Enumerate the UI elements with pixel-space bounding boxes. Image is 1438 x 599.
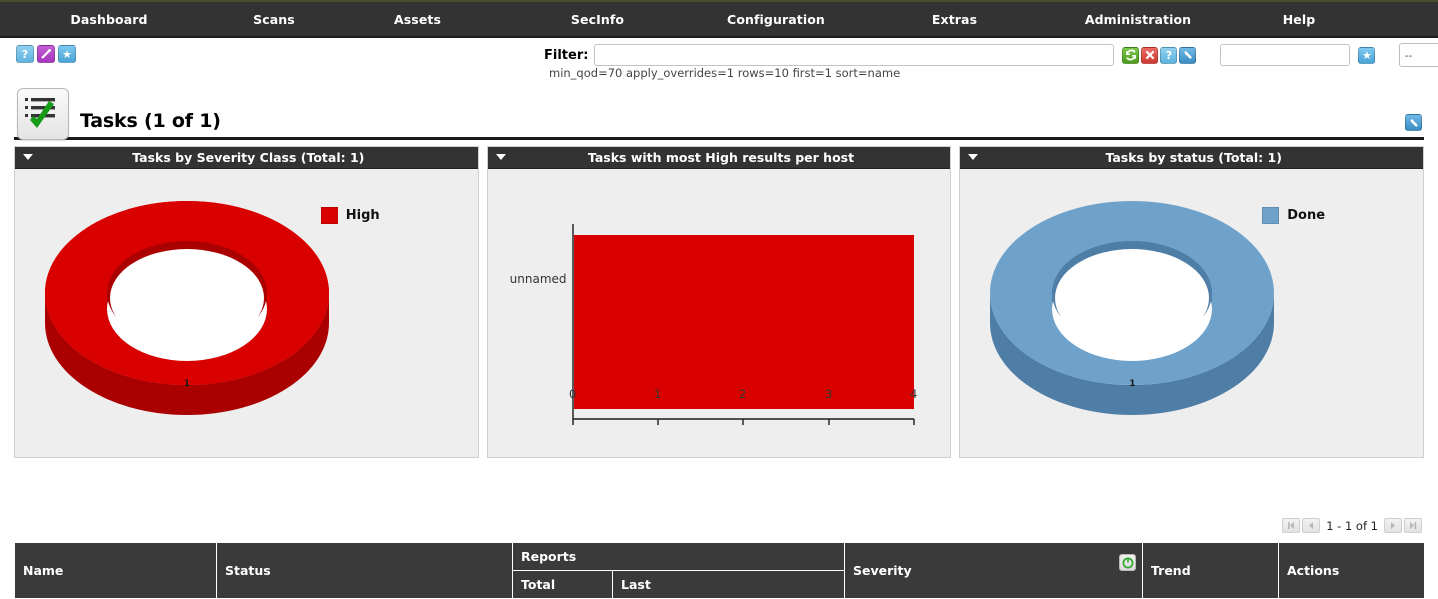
panel-title: Tasks by Severity Class (Total: 1) bbox=[132, 150, 365, 165]
bar-category-label: unnamed bbox=[509, 272, 567, 286]
legend-label-high: High bbox=[345, 208, 380, 223]
column-header-trend[interactable]: Trend bbox=[1142, 542, 1279, 599]
column-header-reports-total[interactable]: Total bbox=[512, 570, 613, 599]
active-filter-description: min_qod=70 apply_overrides=1 rows=10 fir… bbox=[549, 66, 901, 80]
dashboard-row: Tasks by Severity Class (Total: 1) High bbox=[14, 146, 1425, 458]
favorite-star-icon[interactable]: ★ bbox=[58, 45, 76, 63]
donut-data-label: 1 bbox=[183, 379, 191, 389]
x-tick-label: 4 bbox=[910, 387, 918, 401]
x-tick-label: 1 bbox=[654, 387, 662, 401]
panel-header: Tasks by status (Total: 1) bbox=[960, 147, 1424, 169]
quick-action-icons: ? ★ bbox=[16, 45, 76, 63]
nav-item-secinfo[interactable]: SecInfo bbox=[505, 12, 690, 27]
panel-collapse-caret-icon[interactable] bbox=[968, 154, 979, 160]
panel-title: Tasks with most High results per host bbox=[587, 150, 855, 165]
nav-item-scans[interactable]: Scans bbox=[218, 12, 330, 27]
severity-sort-icon[interactable] bbox=[1119, 554, 1136, 571]
nav-item-extras[interactable]: Extras bbox=[862, 12, 1047, 27]
filter-help-icon[interactable]: ? bbox=[1160, 46, 1178, 64]
filter-controls: Filter: ? ★ -- bbox=[544, 43, 1438, 67]
main-navigation: Dashboard Scans Assets SecInfo Configura… bbox=[0, 2, 1438, 38]
filter-bar: ? ★ Filter: ? ★ -- min_qod=70 apply_over… bbox=[0, 38, 1438, 94]
filter-name-input[interactable] bbox=[1220, 44, 1351, 66]
column-header-status[interactable]: Status bbox=[216, 542, 513, 599]
panel-tasks-with-most-high-results-per-host: Tasks with most High results per host un… bbox=[486, 146, 952, 458]
reset-filter-icon[interactable] bbox=[1141, 46, 1159, 64]
edit-filter-icon[interactable] bbox=[1179, 46, 1197, 64]
previous-page-button[interactable] bbox=[1302, 518, 1321, 533]
pagination-range-text: 1 - 1 of 1 bbox=[1326, 518, 1378, 533]
column-header-reports-last[interactable]: Last bbox=[612, 570, 845, 599]
first-page-button[interactable] bbox=[1282, 518, 1301, 533]
panel-header: Tasks by Severity Class (Total: 1) bbox=[15, 147, 478, 169]
nav-item-assets[interactable]: Assets bbox=[330, 12, 505, 27]
nav-item-help[interactable]: Help bbox=[1229, 12, 1369, 27]
donut-chart-severity[interactable]: 1 bbox=[37, 197, 337, 437]
help-icon[interactable]: ? bbox=[16, 45, 34, 63]
panel-collapse-caret-icon[interactable] bbox=[23, 154, 33, 160]
filter-preset-value: -- bbox=[1404, 48, 1413, 62]
panel-body: High 1 bbox=[15, 169, 478, 457]
last-page-button[interactable] bbox=[1404, 518, 1422, 533]
x-tick-label: 3 bbox=[825, 387, 833, 401]
filter-preset-select[interactable]: -- ▼ bbox=[1399, 43, 1438, 67]
nav-item-configuration[interactable]: Configuration bbox=[690, 12, 862, 27]
panel-body: unnamed 0 1 2 3 4 bbox=[487, 169, 951, 457]
panel-body: Done 1 bbox=[960, 169, 1424, 457]
legend-label-done: Done bbox=[1287, 208, 1326, 223]
page-title: Tasks (1 of 1) bbox=[80, 110, 221, 132]
page-title-bar: Tasks (1 of 1) bbox=[14, 88, 1424, 140]
pagination: 1 - 1 of 1 bbox=[1282, 518, 1422, 533]
nav-item-dashboard[interactable]: Dashboard bbox=[0, 12, 218, 27]
column-header-actions: Actions bbox=[1278, 542, 1425, 599]
add-to-favorites-icon[interactable]: ★ bbox=[1358, 46, 1376, 64]
table-header-row-1: Name Status Reports Severity Trend Actio… bbox=[14, 542, 1425, 599]
bar-chart-high-results[interactable]: unnamed 0 1 2 3 4 bbox=[488, 169, 951, 457]
tasks-table: Name Status Reports Severity Trend Actio… bbox=[14, 542, 1425, 599]
donut-data-label: 1 bbox=[1129, 379, 1136, 389]
column-header-severity[interactable]: Severity bbox=[844, 542, 1143, 599]
filter-label: Filter: bbox=[544, 47, 589, 63]
nav-item-administration[interactable]: Administration bbox=[1047, 12, 1229, 27]
filter-input[interactable] bbox=[594, 44, 1115, 66]
column-header-reports: Reports bbox=[512, 542, 845, 571]
panel-collapse-caret-icon[interactable] bbox=[495, 154, 506, 160]
x-tick-label: 0 bbox=[569, 387, 577, 401]
panel-title: Tasks by status (Total: 1) bbox=[1105, 150, 1282, 165]
panel-header: Tasks with most High results per host bbox=[487, 147, 951, 169]
filter-action-buttons: ? bbox=[1122, 46, 1197, 64]
x-tick-label: 2 bbox=[739, 387, 747, 401]
panel-tasks-by-severity-class: Tasks by Severity Class (Total: 1) High bbox=[14, 146, 479, 458]
column-header-name[interactable]: Name bbox=[14, 542, 217, 599]
column-header-severity-label: Severity bbox=[853, 563, 912, 578]
edit-dashboard-icon[interactable] bbox=[1405, 114, 1422, 131]
tasks-list-check-icon bbox=[17, 88, 69, 140]
next-page-button[interactable] bbox=[1384, 518, 1402, 533]
wizard-icon[interactable] bbox=[37, 45, 55, 63]
refresh-filter-icon[interactable] bbox=[1122, 46, 1140, 64]
panel-tasks-by-status: Tasks by status (Total: 1) Done 1 bbox=[959, 146, 1425, 458]
donut-chart-status[interactable]: 1 bbox=[982, 197, 1282, 437]
